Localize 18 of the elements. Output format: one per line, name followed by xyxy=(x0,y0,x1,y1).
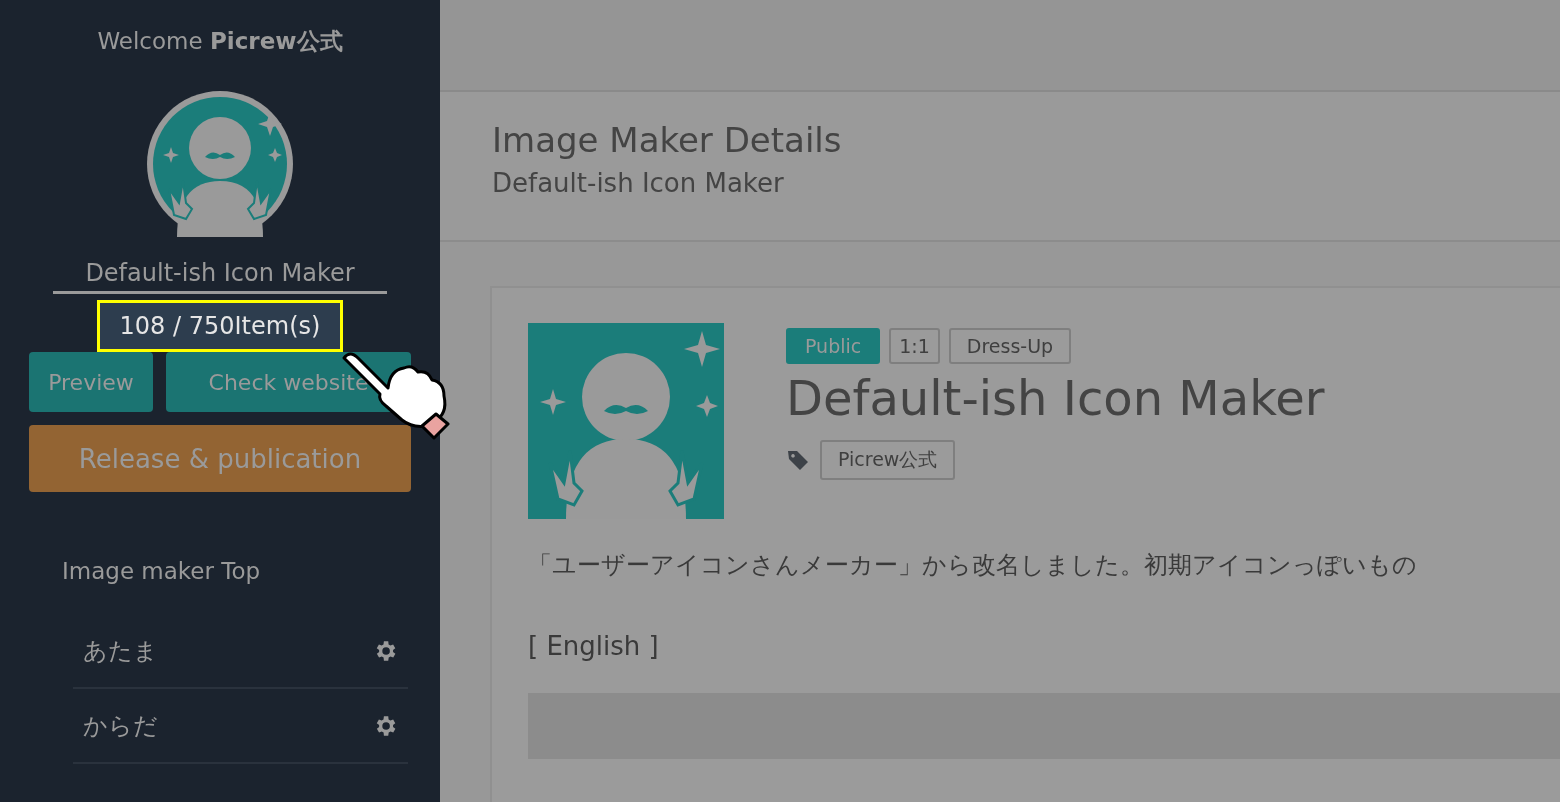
maker-title: Default-ish Icon Maker xyxy=(786,370,1325,426)
item-count: 108 / 750Item(s) xyxy=(96,300,344,352)
page-title: Image Maker Details xyxy=(492,120,843,160)
tag-chip[interactable]: Picrew公式 xyxy=(820,440,956,480)
description-text: 「ユーザーアイコンさんメーカー」から改名しました。初期アイコンっぽいもの xyxy=(528,550,1418,581)
part-item[interactable]: あたま xyxy=(83,634,158,667)
action-button[interactable]: Preview xyxy=(29,352,153,412)
page-subtitle: Default-ish Icon Maker xyxy=(492,168,785,198)
maker-icon xyxy=(147,91,293,237)
maker-badge: Dress-Up xyxy=(948,328,1072,364)
nav-link[interactable]: Image maker Top xyxy=(62,558,261,584)
section-heading: [ English ] xyxy=(528,631,660,661)
maker-badge: 1:1 xyxy=(889,328,940,364)
maker-name: Default-ish Icon Maker xyxy=(53,259,387,294)
welcome-text: Welcome Picrew公式 xyxy=(97,27,343,56)
maker-badge: Public xyxy=(786,328,881,364)
tag-icon xyxy=(786,448,810,472)
part-item[interactable]: からだ xyxy=(83,709,158,742)
